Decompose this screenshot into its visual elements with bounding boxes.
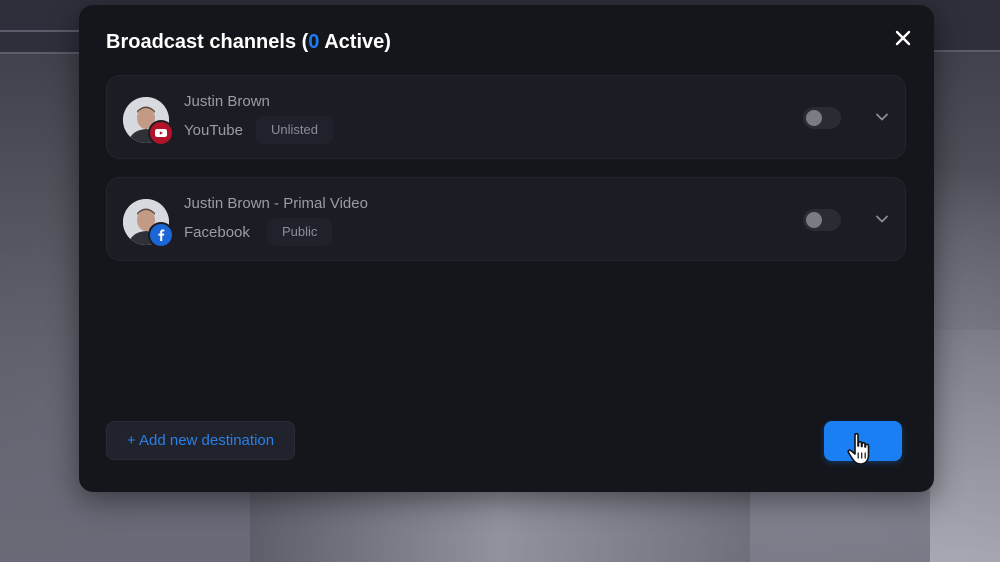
close-button[interactable] [890, 25, 916, 51]
active-count: 0 [308, 31, 320, 53]
channel-enable-toggle[interactable] [803, 209, 841, 231]
expand-button[interactable] [872, 209, 892, 229]
title-prefix: Broadcast channels ( [106, 31, 309, 53]
hand-pointer-cursor-icon [847, 432, 870, 465]
channel-name: Justin Brown [184, 93, 270, 110]
privacy-badge: Public [267, 218, 333, 246]
broadcast-channels-modal: Broadcast channels (0 Active) Justin Bro… [79, 5, 934, 492]
background-decoration [250, 480, 750, 562]
platform-name: Facebook [184, 224, 250, 241]
youtube-icon [155, 129, 167, 137]
platform-name: YouTube [184, 122, 243, 139]
facebook-badge [148, 222, 174, 248]
background-decoration [0, 30, 80, 54]
facebook-icon [158, 229, 165, 241]
confirm-button[interactable] [824, 421, 902, 465]
toggle-knob [806, 110, 822, 126]
privacy-badge: Unlisted [256, 116, 333, 144]
channel-card-youtube[interactable]: Justin Brown YouTube Unlisted [106, 75, 906, 159]
close-icon [895, 30, 911, 46]
channel-card-facebook[interactable]: Justin Brown - Primal Video Facebook Pub… [106, 177, 906, 261]
background-decoration [930, 330, 1000, 562]
chevron-down-icon [876, 215, 888, 223]
channel-enable-toggle[interactable] [803, 107, 841, 129]
background-decoration [934, 20, 1000, 52]
chevron-down-icon [876, 113, 888, 121]
toggle-knob [806, 212, 822, 228]
title-suffix: Active) [319, 31, 391, 53]
youtube-badge [148, 120, 174, 146]
add-new-destination-button[interactable]: + Add new destination [106, 421, 295, 460]
modal-title: Broadcast channels (0 Active) [106, 31, 391, 54]
expand-button[interactable] [872, 107, 892, 127]
channel-name: Justin Brown - Primal Video [184, 195, 368, 212]
